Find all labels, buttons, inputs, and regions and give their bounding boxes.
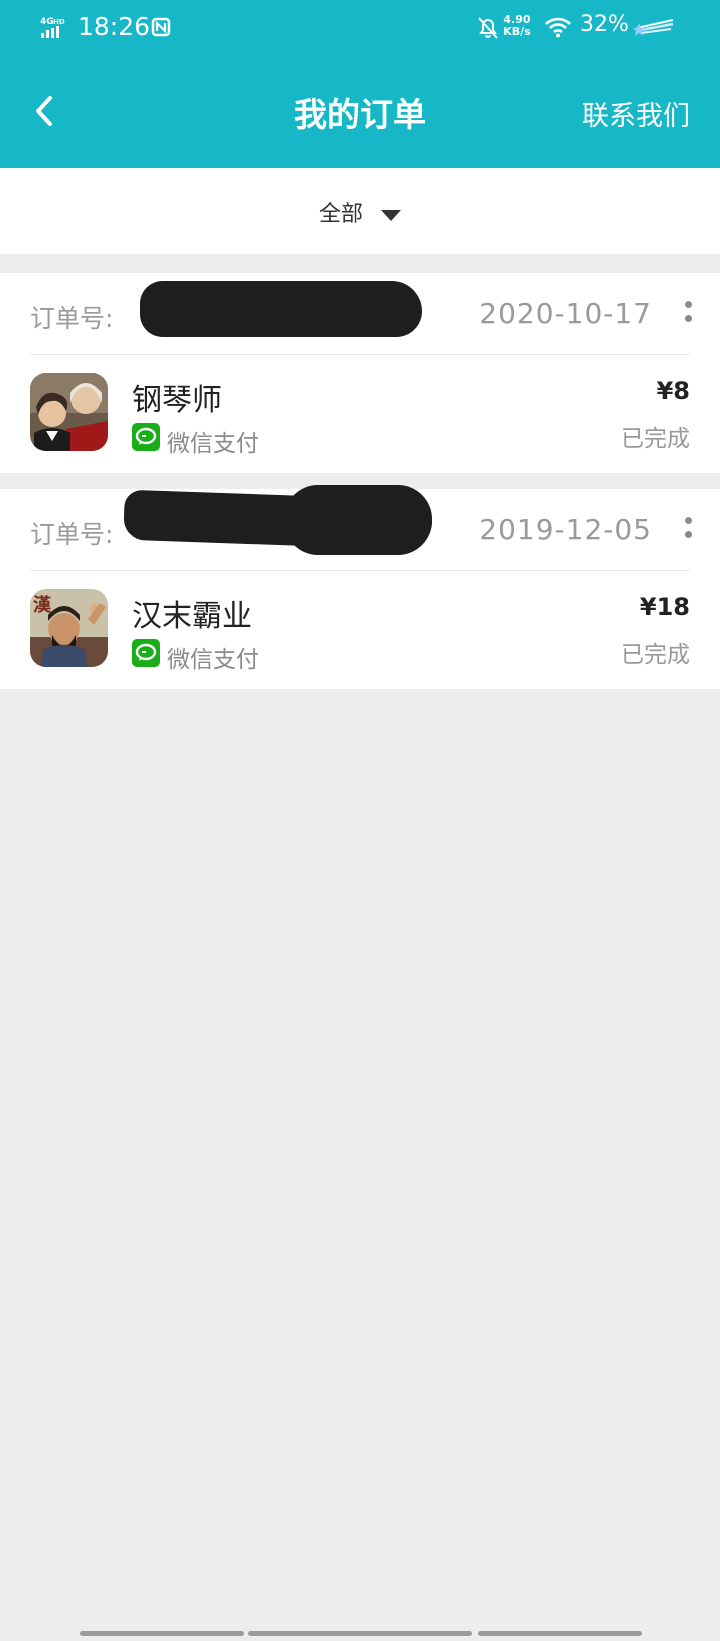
contact-us-button[interactable]: 联系我们 (582, 94, 690, 133)
battery-level: 32% (580, 12, 629, 37)
wechat-pay-icon (132, 639, 160, 667)
app-icon-han-dynasty: 漢 (30, 589, 108, 667)
wechat-pay-icon (132, 423, 160, 451)
payment-method: 微信支付 (167, 431, 259, 457)
svg-text:漢: 漢 (33, 594, 52, 616)
app-name: 钢琴师 (132, 383, 222, 418)
order-date: 2020-10-17 (479, 297, 652, 330)
status-time: 18:26 (78, 12, 151, 41)
filter-label: 全部 (318, 202, 363, 227)
signal-icon: 4G HD (40, 17, 65, 38)
more-options-icon[interactable] (685, 517, 693, 545)
more-options-icon[interactable] (685, 301, 693, 329)
order-price: ¥8 (656, 377, 690, 405)
order-status: 已完成 (621, 426, 690, 452)
gesture-bar-center[interactable] (248, 1631, 472, 1636)
divider (30, 570, 690, 571)
gesture-bar-right[interactable] (478, 1631, 642, 1636)
app-name: 汉末霸业 (132, 599, 252, 634)
payment-method: 微信支付 (167, 647, 259, 673)
order-card[interactable]: 订单号: 2019-12-05 漢 汉末霸业 微信支付 ¥18 已完成 (0, 485, 720, 689)
order-header: 订单号: 2019-12-05 (0, 485, 720, 571)
order-date: 2019-12-05 (479, 513, 652, 546)
order-number-label: 订单号: (30, 304, 114, 333)
order-status: 已完成 (621, 642, 690, 668)
gesture-bar-left[interactable] (80, 1631, 244, 1636)
svg-text:4G: 4G (40, 17, 54, 27)
caret-down-icon (381, 209, 401, 221)
battery-meteor-icon (633, 19, 674, 36)
mute-bell-icon (478, 17, 498, 39)
order-header: 订单号: 2020-10-17 (0, 273, 720, 355)
network-speed: 4.90 KB/s (503, 13, 531, 38)
redacted-order-number-extra (284, 485, 432, 555)
wifi-icon (545, 17, 571, 38)
app-header: 4G HD 18:26 4.90 KB/s 32% 我的订单 联系我们 (0, 0, 720, 168)
svg-text:HD: HD (53, 18, 65, 26)
filter-dropdown[interactable]: 全部 (0, 196, 720, 228)
divider (30, 354, 690, 355)
redacted-order-number (140, 281, 422, 337)
app-icon-pianist (30, 373, 108, 451)
order-card[interactable]: 订单号: 2020-10-17 钢琴师 微信支付 ¥8 已完成 (0, 273, 720, 473)
order-number-label: 订单号: (30, 520, 114, 549)
nfc-icon (151, 17, 171, 37)
filter-bar: 全部 (0, 168, 720, 254)
order-price: ¥18 (639, 593, 690, 621)
status-bar: 4G HD 18:26 4.90 KB/s 32% (0, 0, 720, 58)
